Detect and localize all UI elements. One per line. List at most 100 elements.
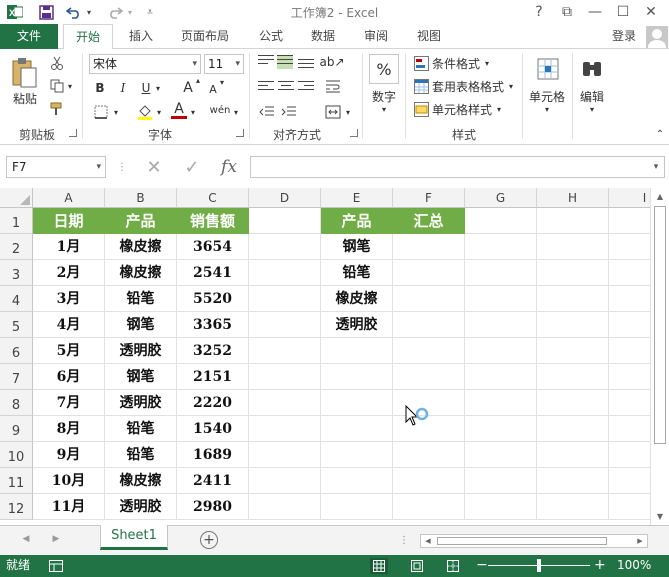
cell-g12[interactable] [465, 494, 537, 520]
add-sheet-button[interactable]: + [200, 531, 218, 549]
sheet-tab-sheet1[interactable]: Sheet1 [100, 525, 168, 550]
row-header-4[interactable]: 4 [0, 286, 33, 312]
paste-icon[interactable] [8, 55, 40, 91]
cell-g3[interactable] [465, 260, 537, 286]
number-dropdown-icon[interactable]: ▾ [378, 103, 390, 115]
fill-color-dropdown-icon[interactable]: ▾ [155, 103, 163, 121]
cell-d9[interactable] [249, 416, 321, 442]
format-painter-icon[interactable] [48, 100, 66, 118]
column-header-h[interactable]: H [537, 188, 609, 208]
font-name-select[interactable]: 宋体 ▾ [89, 54, 201, 74]
cell-f12[interactable] [393, 494, 465, 520]
borders-dropdown-icon[interactable]: ▾ [112, 103, 120, 121]
column-header-c[interactable]: C [177, 188, 249, 208]
phonetic-guide-button[interactable]: wén [208, 99, 232, 121]
cell-e4[interactable]: 橡皮擦 [321, 286, 393, 312]
cell-e6[interactable] [321, 338, 393, 364]
row-header-12[interactable]: 12 [0, 494, 33, 520]
underline-button[interactable]: U [138, 79, 154, 97]
scroll-up-icon[interactable]: ▲ [654, 190, 666, 202]
font-size-select[interactable]: 11 ▾ [204, 54, 244, 74]
cell-c8[interactable]: 2220 [177, 390, 249, 416]
cell-i7[interactable] [609, 364, 650, 390]
cell-f2[interactable] [393, 234, 465, 260]
cell-a10[interactable]: 9月 [33, 442, 105, 468]
cell-h4[interactable] [537, 286, 609, 312]
bold-button[interactable]: B [92, 79, 108, 97]
paste-button[interactable]: 粘贴 [8, 89, 42, 107]
cell-g5[interactable] [465, 312, 537, 338]
zoom-slider-thumb[interactable] [537, 559, 541, 572]
row-header-7[interactable]: 7 [0, 364, 33, 390]
tab-home[interactable]: 开始 [63, 24, 113, 50]
merge-center-icon[interactable] [324, 103, 342, 121]
cell-d12[interactable] [249, 494, 321, 520]
ribbon-display-options-button[interactable]: ⧉ [555, 2, 579, 22]
conditional-format-dropdown-icon[interactable]: ▾ [483, 55, 491, 71]
conditional-format-button[interactable]: 条件格式 [432, 55, 480, 71]
cell-c7[interactable]: 2151 [177, 364, 249, 390]
tab-insert[interactable]: 插入 [118, 24, 164, 49]
select-all-button[interactable] [0, 188, 33, 208]
row-header-11[interactable]: 11 [0, 468, 33, 494]
column-header-d[interactable]: D [249, 188, 321, 208]
cell-i6[interactable] [609, 338, 650, 364]
cell-h9[interactable] [537, 416, 609, 442]
row-header-10[interactable]: 10 [0, 442, 33, 468]
cell-a5[interactable]: 4月 [33, 312, 105, 338]
tab-file[interactable]: 文件 [0, 24, 58, 49]
cell-c1[interactable]: 销售额 [177, 208, 249, 234]
cell-b6[interactable]: 透明胶 [105, 338, 177, 364]
editing-dropdown-icon[interactable]: ▾ [586, 103, 598, 115]
cells-icon[interactable] [534, 54, 562, 84]
cell-f4[interactable] [393, 286, 465, 312]
cell-e8[interactable] [321, 390, 393, 416]
login-link[interactable]: 登录 [612, 24, 636, 49]
align-center-icon[interactable] [278, 81, 294, 95]
horizontal-scrollbar[interactable]: ◀ ▶ [420, 534, 648, 548]
cell-a9[interactable]: 8月 [33, 416, 105, 442]
cell-b12[interactable]: 透明胶 [105, 494, 177, 520]
zoom-in-button[interactable]: + [594, 555, 606, 577]
binoculars-icon[interactable] [578, 54, 606, 84]
clipboard-launcher-icon[interactable] [69, 129, 77, 137]
cell-h1[interactable] [537, 208, 609, 234]
font-color-button[interactable]: A [171, 101, 187, 119]
row-header-1[interactable]: 1 [0, 208, 33, 234]
scroll-right-icon[interactable]: ▶ [635, 536, 645, 546]
cell-f10[interactable] [393, 442, 465, 468]
cell-b5[interactable]: 钢笔 [105, 312, 177, 338]
cell-a12[interactable]: 11月 [33, 494, 105, 520]
phonetic-dropdown-icon[interactable]: ▾ [232, 103, 240, 121]
cell-b3[interactable]: 橡皮擦 [105, 260, 177, 286]
zoom-out-button[interactable]: − [476, 555, 488, 577]
scroll-left-icon[interactable]: ◀ [423, 536, 433, 546]
row-header-2[interactable]: 2 [0, 234, 33, 260]
normal-view-icon[interactable] [370, 558, 388, 574]
cell-c3[interactable]: 2541 [177, 260, 249, 286]
copy-dropdown-icon[interactable]: ▾ [66, 77, 74, 95]
formula-input[interactable] [250, 156, 665, 178]
cell-b10[interactable]: 铅笔 [105, 442, 177, 468]
align-left-icon[interactable] [258, 81, 274, 95]
cell-f7[interactable] [393, 364, 465, 390]
copy-icon[interactable] [48, 77, 66, 95]
cut-icon[interactable] [48, 54, 66, 72]
wrap-text-icon[interactable] [324, 77, 342, 95]
vertical-scrollbar[interactable]: ▲ ▼ [650, 188, 669, 525]
zoom-level[interactable]: 100% [617, 555, 651, 577]
cell-a2[interactable]: 1月 [33, 234, 105, 260]
align-right-icon[interactable] [298, 81, 314, 95]
prev-sheet-icon[interactable]: ◀ [20, 532, 32, 546]
cell-i10[interactable] [609, 442, 650, 468]
cell-h2[interactable] [537, 234, 609, 260]
align-bottom-icon[interactable] [298, 59, 314, 73]
row-header-5[interactable]: 5 [0, 312, 33, 338]
cell-g7[interactable] [465, 364, 537, 390]
cell-g11[interactable] [465, 468, 537, 494]
cell-f3[interactable] [393, 260, 465, 286]
cell-i5[interactable] [609, 312, 650, 338]
borders-icon[interactable] [92, 103, 110, 121]
tab-page-layout[interactable]: 页面布局 [172, 24, 238, 49]
tab-review[interactable]: 审阅 [353, 24, 399, 49]
